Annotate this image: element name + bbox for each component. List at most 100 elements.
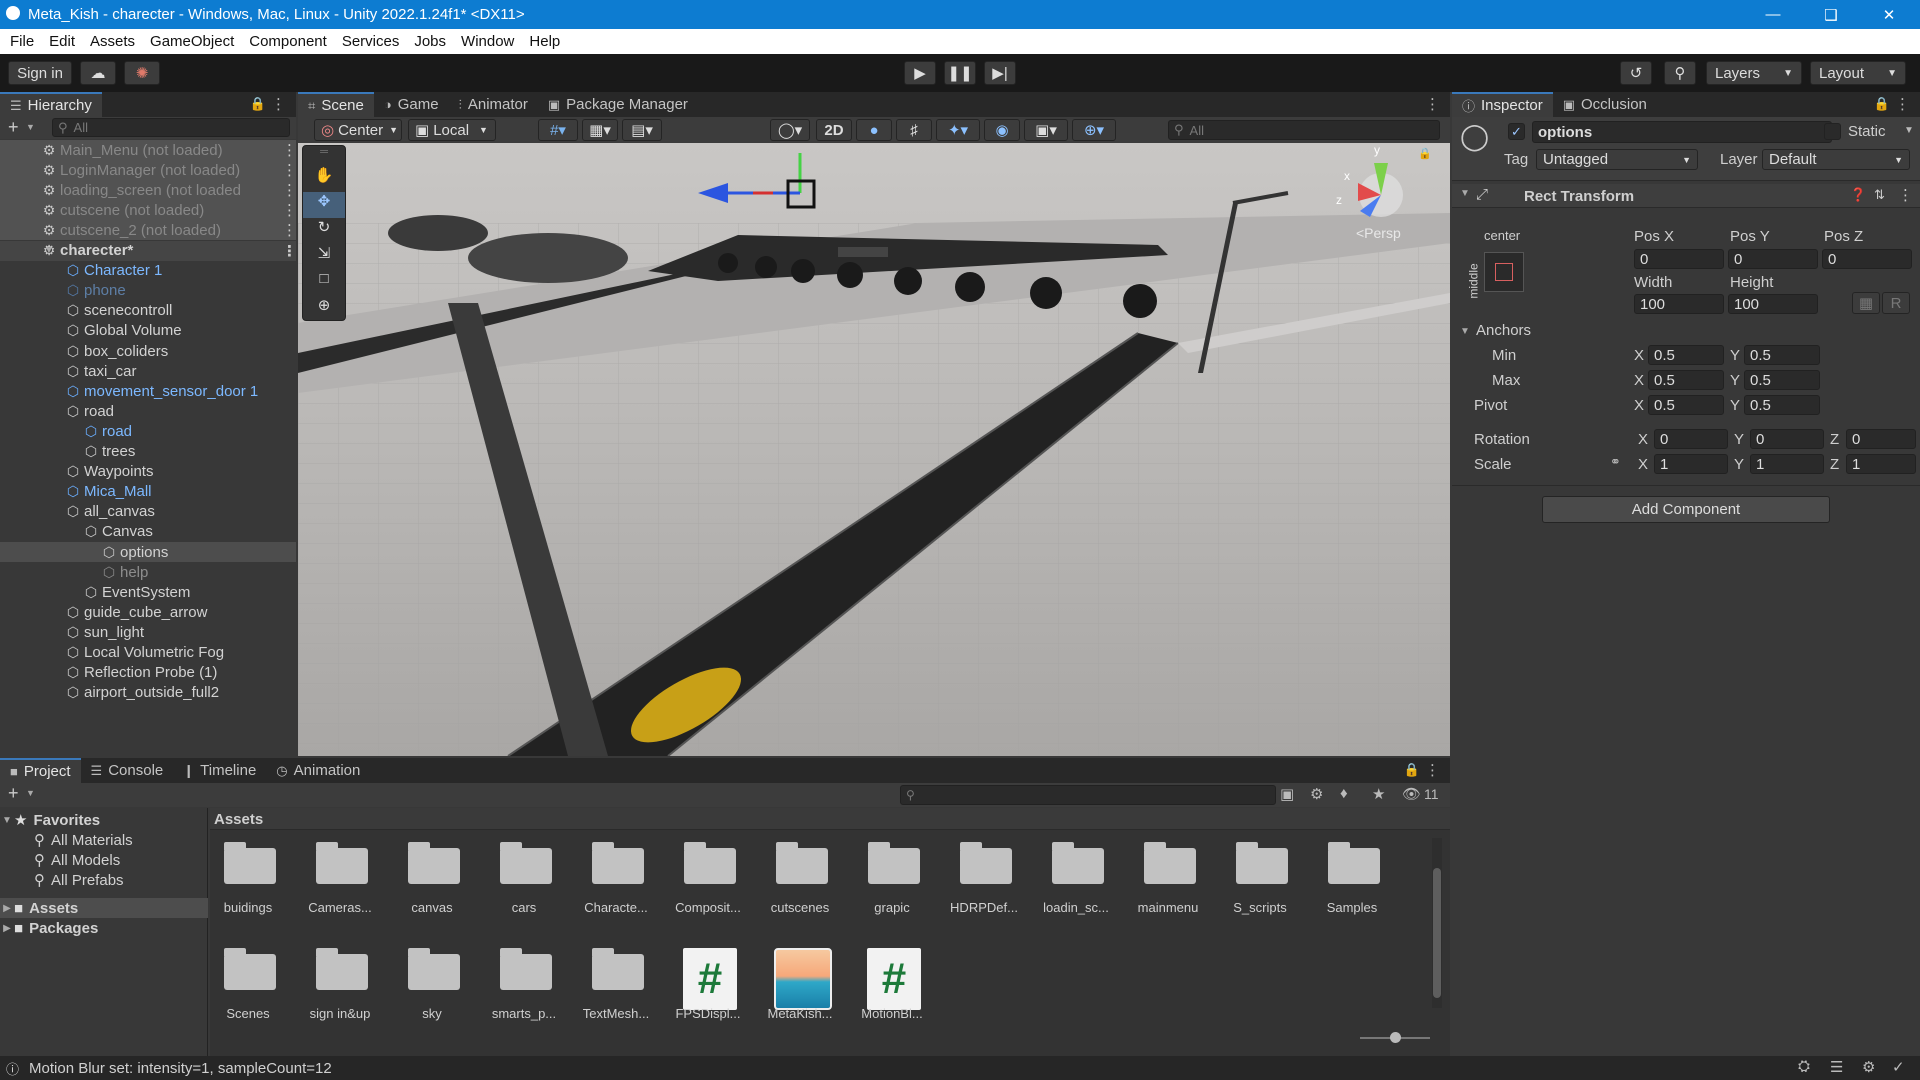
static-checkbox[interactable]	[1824, 123, 1841, 140]
hierarchy-item[interactable]: ⬡ airport_outside_full2	[0, 683, 296, 703]
scale-y-field[interactable]: 1	[1750, 454, 1824, 474]
favorite-item[interactable]: ⚲ All Materials	[34, 830, 208, 850]
gizmo-x-label[interactable]: x	[1344, 169, 1350, 183]
pos-x-field[interactable]: 0	[1634, 249, 1724, 269]
hierarchy-item[interactable]: ⬡ taxi_car	[0, 361, 296, 381]
scrollbar-thumb[interactable]	[1433, 868, 1441, 998]
lock-icon[interactable]: 🔒	[250, 96, 266, 112]
asset-folder[interactable]: Characte...	[584, 842, 648, 932]
audio-icon[interactable]: ♯	[896, 119, 932, 141]
constrain-proportions-icon[interactable]: ⚭	[1610, 454, 1621, 470]
camera-icon[interactable]: ▣▾	[1024, 119, 1068, 141]
anchor-presets-button[interactable]	[1484, 252, 1524, 292]
asset-folder[interactable]: canvas	[402, 842, 462, 932]
menu-edit[interactable]: Edit	[49, 33, 75, 50]
ruler-icon[interactable]: ▤▾	[622, 119, 662, 141]
tab-project[interactable]: ■ Project	[0, 758, 81, 783]
hierarchy-item[interactable]: ⬡ sun_light	[0, 622, 296, 642]
menu-services[interactable]: Services	[342, 33, 400, 50]
chevron-down-icon[interactable]: ▼	[26, 122, 35, 132]
hierarchy-item[interactable]: ⬡ help	[0, 562, 296, 582]
blueprint-mode-icon[interactable]: ▦	[1852, 292, 1880, 314]
lock-icon[interactable]: 🔒	[1874, 96, 1890, 112]
layers-icon[interactable]: ☰	[1830, 1058, 1843, 1076]
scrollbar[interactable]	[1432, 838, 1442, 1008]
menu-window[interactable]: Window	[461, 33, 514, 50]
asset-folder[interactable]: loadin_sc...	[1043, 842, 1109, 932]
raw-edit-button[interactable]: R	[1882, 292, 1910, 314]
hierarchy-item[interactable]: ⬡ phone	[0, 281, 296, 301]
asset-folder[interactable]: cars	[494, 842, 554, 932]
chevron-down-icon[interactable]: ▼	[26, 788, 35, 798]
tab-animator[interactable]: ⫶ Animator	[449, 92, 538, 117]
gizmo-z-label[interactable]: z	[1336, 193, 1342, 207]
collab-icon[interactable]: ✺	[124, 61, 160, 85]
history-icon[interactable]: ↺	[1620, 61, 1652, 85]
asset-folder[interactable]: HDRPDef...	[950, 842, 1018, 932]
asset-folder[interactable]: Samples	[1322, 842, 1382, 932]
pos-z-field[interactable]: 0	[1822, 249, 1912, 269]
height-field[interactable]: 100	[1728, 294, 1818, 314]
close-icon[interactable]: ✕	[1860, 0, 1918, 29]
add-component-button[interactable]: Add Component	[1542, 496, 1830, 523]
move-tool-icon[interactable]: ✥	[303, 192, 345, 218]
hierarchy-item[interactable]: ⬡ Character 1	[0, 261, 296, 281]
pivot-mode-dropdown[interactable]: ◎ Center ▼	[314, 119, 402, 141]
chevron-down-icon[interactable]: ▼	[1904, 125, 1914, 136]
asset-folder[interactable]: mainmenu	[1138, 842, 1198, 932]
transform-tool-icon[interactable]: ⊕	[303, 296, 345, 322]
hand-tool-icon[interactable]: ✋	[303, 166, 345, 192]
zoom-slider-thumb[interactable]	[1390, 1032, 1401, 1043]
hierarchy-item[interactable]: ⬡ Waypoints	[0, 462, 296, 482]
asset-folder[interactable]: sky	[402, 948, 462, 1038]
pos-y-field[interactable]: 0	[1728, 249, 1818, 269]
breadcrumb[interactable]: Assets	[214, 811, 263, 828]
tab-animation[interactable]: ◷ Animation	[266, 758, 370, 783]
anchor-min-x-field[interactable]: 0.5	[1648, 345, 1724, 365]
lock-icon[interactable]: 🔒	[1404, 762, 1420, 778]
hierarchy-item[interactable]: ⬡ all_canvas	[0, 502, 296, 522]
asset-folder[interactable]: sign in&up	[310, 948, 370, 1038]
more-icon[interactable]: ⋮	[282, 242, 296, 260]
anchor-max-x-field[interactable]: 0.5	[1648, 370, 1724, 390]
hierarchy-item[interactable]: ⬡ Mica_Mall	[0, 482, 296, 502]
active-checkbox[interactable]: ✓	[1508, 123, 1525, 140]
tab-inspector[interactable]: ⓘ Inspector	[1452, 92, 1553, 117]
tab-timeline[interactable]: ❙ Timeline	[173, 758, 266, 783]
object-name-input[interactable]: options	[1532, 121, 1832, 143]
hierarchy-item[interactable]: ⚙ loading_screen (not loaded ⋮	[0, 180, 296, 201]
more-icon[interactable]: ⋮	[271, 95, 286, 113]
more-icon[interactable]: ⋮	[282, 141, 296, 159]
tab-hierarchy[interactable]: ☰ Hierarchy	[0, 92, 102, 117]
foldout-arrow-icon[interactable]: ▼	[1460, 326, 1470, 337]
assets-root-item[interactable]: ▶ ■ Assets	[0, 898, 208, 918]
hierarchy-item[interactable]: ⬡ guide_cube_arrow	[0, 602, 296, 622]
gizmos-icon[interactable]: ⊕▾	[1072, 119, 1116, 141]
sign-in-button[interactable]: Sign in	[8, 61, 72, 85]
search-scope-icon[interactable]: ▣	[1280, 785, 1294, 803]
project-search-input[interactable]: ⚲	[900, 785, 1276, 805]
add-icon[interactable]: +	[8, 783, 19, 804]
hierarchy-item[interactable]: ⬡ road	[0, 401, 296, 421]
rotation-y-field[interactable]: 0	[1750, 429, 1824, 449]
rotation-x-field[interactable]: 0	[1654, 429, 1728, 449]
menu-assets[interactable]: Assets	[90, 33, 135, 50]
hierarchy-item[interactable]: ⬡ Local Volumetric Fog	[0, 643, 296, 663]
asset-folder[interactable]: TextMesh...	[583, 948, 649, 1038]
more-icon[interactable]: ⋮	[1898, 186, 1913, 204]
packages-root-item[interactable]: ▶ ■ Packages	[0, 918, 208, 938]
favorite-item[interactable]: ⚲ All Prefabs	[34, 870, 208, 890]
foldout-arrow-icon[interactable]: ▶	[0, 903, 14, 914]
scene-search-input[interactable]: ⚲ All	[1168, 120, 1440, 140]
step-button[interactable]: ▶|	[984, 61, 1016, 85]
foldout-arrow-icon[interactable]: ▼	[1460, 188, 1470, 199]
presets-icon[interactable]: ⇅	[1874, 187, 1885, 203]
asset-folder[interactable]: Scenes	[218, 948, 278, 1038]
shading-mode-icon[interactable]: ◯▾	[770, 119, 810, 141]
hierarchy-item[interactable]: ⬡ Global Volume	[0, 321, 296, 341]
menu-file[interactable]: File	[10, 33, 34, 50]
palette-handle-icon[interactable]: ═	[303, 146, 345, 166]
search-icon[interactable]: ⚲	[1664, 61, 1696, 85]
hierarchy-item[interactable]: ⬡ Canvas	[0, 522, 296, 542]
menu-help[interactable]: Help	[529, 33, 560, 50]
